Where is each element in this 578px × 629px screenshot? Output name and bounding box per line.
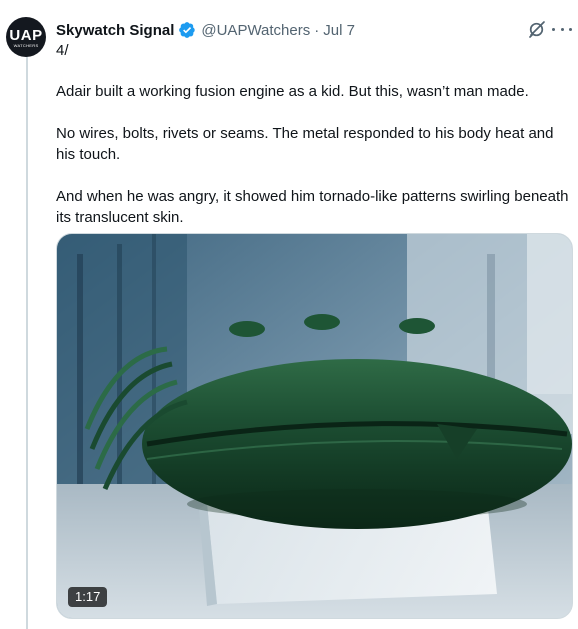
avatar-text: UAP (9, 26, 43, 44)
grok-icon[interactable] (528, 20, 546, 38)
tweet-header: Skywatch Signal @UAPWatchers · Jul 7 (56, 19, 355, 41)
separator-dot: · (314, 21, 320, 39)
tweet-paragraph: And when he was angry, it showed him tor… (56, 188, 569, 226)
post-date[interactable]: Jul 7 (323, 22, 355, 39)
tweet-paragraph: No wires, bolts, rivets or seams. The me… (56, 125, 554, 163)
more-dot (552, 27, 555, 31)
avatar[interactable]: UAP WATCHERS (6, 17, 46, 57)
tweet-text: Adair built a working fusion engine as a… (56, 81, 571, 249)
avatar-subtext: WATCHERS (13, 42, 39, 48)
video-frame (57, 234, 572, 618)
video-player[interactable]: 1:17 (56, 233, 573, 619)
verified-badge-icon[interactable] (178, 21, 196, 39)
display-name[interactable]: Skywatch Signal (56, 22, 174, 39)
video-duration-badge: 1:17 (68, 587, 108, 607)
thread-marker: 4/ (56, 42, 69, 59)
more-dot (569, 27, 572, 31)
tweet-paragraph: Adair built a working fusion engine as a… (56, 83, 529, 100)
more-options-icon[interactable] (552, 20, 572, 38)
handle[interactable]: @UAPWatchers (201, 22, 310, 39)
thread-connector-line (26, 52, 28, 629)
more-dot (560, 27, 564, 31)
